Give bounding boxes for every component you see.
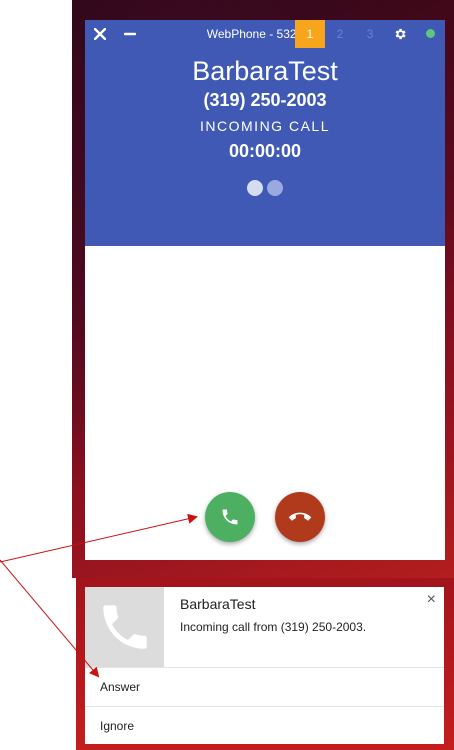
- minimize-button[interactable]: [115, 20, 145, 48]
- webphone-window: WebPhone - 5326 1 2 3 BarbaraTest (319) …: [85, 20, 445, 560]
- decline-button[interactable]: [275, 492, 325, 542]
- titlebar: WebPhone - 5326 1 2 3: [85, 20, 445, 48]
- line-tab-3[interactable]: 3: [355, 20, 385, 48]
- notification-ignore-button[interactable]: Ignore: [85, 706, 444, 744]
- gear-icon: [395, 28, 406, 40]
- line-tab-2[interactable]: 2: [325, 20, 355, 48]
- call-state: INCOMING CALL: [200, 118, 330, 134]
- call-timer: 00:00:00: [228, 141, 302, 161]
- notification-close-button[interactable]: ×: [427, 591, 436, 609]
- notification-message: Incoming call from (319) 250-2003.: [180, 620, 367, 634]
- ringing-dot: [247, 180, 263, 196]
- phone-icon: [102, 605, 147, 649]
- notification-thumbnail: [85, 587, 164, 667]
- phone-icon: [222, 509, 238, 525]
- notification-title: BarbaraTest: [180, 596, 256, 612]
- ringing-dot: [267, 180, 283, 196]
- line-tab-1[interactable]: 1: [295, 20, 325, 48]
- answer-button[interactable]: [205, 492, 255, 542]
- minimize-icon: [124, 32, 136, 36]
- settings-button[interactable]: [385, 20, 415, 48]
- status-indicator: [426, 29, 435, 38]
- caller-number: (319) 250-2003: [203, 90, 327, 110]
- incoming-call-notification: BarbaraTest Incoming call from (319) 250…: [85, 587, 444, 744]
- call-header: BarbaraTest (319) 250-2003 INCOMING CALL…: [85, 48, 445, 246]
- hang-up-icon: [289, 512, 311, 521]
- notification-answer-button[interactable]: Answer: [85, 667, 444, 705]
- caller-name: BarbaraTest: [192, 56, 338, 86]
- close-icon: [94, 28, 106, 40]
- close-button[interactable]: [85, 20, 115, 48]
